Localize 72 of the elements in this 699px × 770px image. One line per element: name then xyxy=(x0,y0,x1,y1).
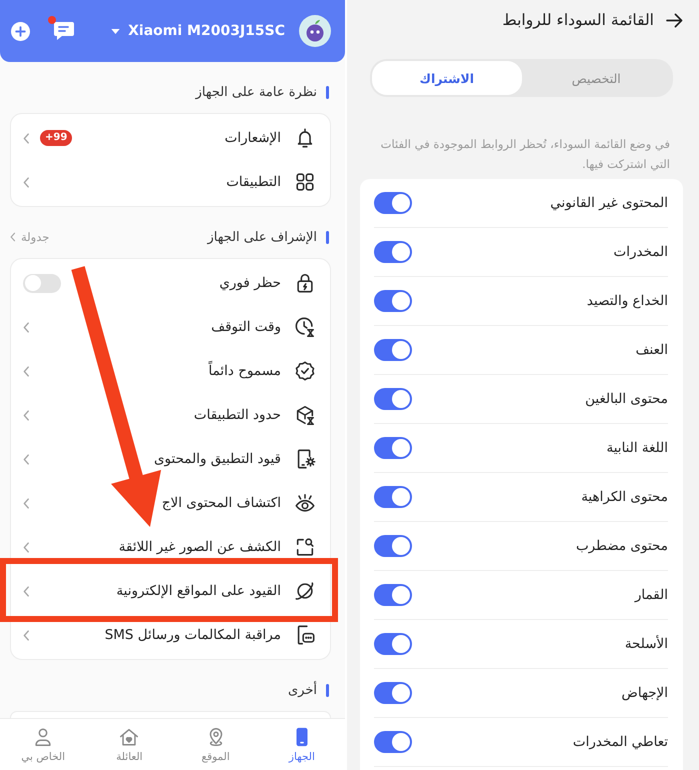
menu-item-label[interactable]: مسموح دائماً xyxy=(208,363,281,379)
toggle-switch[interactable] xyxy=(374,290,412,312)
toggle-switch[interactable] xyxy=(23,274,61,292)
screen-title: القائمة السوداء للروابط xyxy=(502,11,654,29)
planet-icon xyxy=(294,580,316,602)
chevron-icon[interactable] xyxy=(23,586,30,596)
category-label: المحتوى غير القانوني xyxy=(550,195,668,211)
menu-item-label[interactable]: حظر فوري xyxy=(219,275,281,291)
toggle-switch[interactable] xyxy=(374,241,412,263)
menu-item-label[interactable]: مراقبة المكالمات ورسائل SMS xyxy=(104,627,281,643)
clock-hourglass-icon xyxy=(294,316,316,338)
section-marker-icon xyxy=(326,230,329,244)
chevron-icon[interactable] xyxy=(23,454,30,464)
avatar-icon[interactable] xyxy=(299,15,331,47)
menu-item-label[interactable]: القيود على المواقع الإلكترونية xyxy=(116,583,281,599)
house-heart-icon xyxy=(118,726,140,748)
category-label: اللغة النابية xyxy=(606,440,668,456)
menu-item-label[interactable]: الإشعارات xyxy=(224,130,281,146)
back-arrow-icon[interactable] xyxy=(666,12,683,28)
category-label: الأسلحة xyxy=(624,636,668,652)
toggle-switch[interactable] xyxy=(374,486,412,508)
segment-tab[interactable]: الاشتراك xyxy=(372,61,522,95)
toggle-switch[interactable] xyxy=(374,339,412,361)
menu-item-label[interactable]: اكتشاف المحتوى الاج xyxy=(162,495,281,511)
menu-item-label[interactable]: التطبيقات xyxy=(226,174,281,190)
chevron-icon[interactable] xyxy=(23,542,30,552)
toggle-switch[interactable] xyxy=(374,192,412,214)
count-badge: +99 xyxy=(40,130,72,146)
section-title: أخرى xyxy=(288,682,317,698)
category-label: الخداع والتصيد xyxy=(586,293,668,309)
category-label: محتوى مضطرب xyxy=(576,538,668,554)
chat-icon[interactable] xyxy=(53,21,75,41)
category-label: القمار xyxy=(634,587,668,603)
section-title: نظرة عامة على الجهاز xyxy=(196,84,317,100)
eye-icon xyxy=(294,492,316,514)
toggle-switch[interactable] xyxy=(374,388,412,410)
category-label: محتوى الكراهية xyxy=(581,489,668,505)
menu-item-label[interactable]: حدود التطبيقات xyxy=(194,407,281,423)
section-marker-icon xyxy=(326,684,329,696)
section-marker-icon xyxy=(326,86,329,98)
chevron-icon[interactable] xyxy=(23,132,30,144)
grid-icon xyxy=(294,171,316,193)
section-title: الإشراف على الجهاز xyxy=(207,230,317,244)
menu-item-label[interactable]: وقت التوقف xyxy=(211,319,281,335)
device-selector[interactable]: Xiaomi M2003J15SC xyxy=(111,23,285,39)
category-label: محتوى البالغين xyxy=(585,391,668,407)
chevron-icon[interactable] xyxy=(23,366,30,376)
toggle-switch[interactable] xyxy=(374,535,412,557)
caret-icon xyxy=(111,28,120,34)
nav-tab[interactable]: الجهاز xyxy=(258,719,345,770)
menu-item-label[interactable]: قيود التطبيق والمحتوى xyxy=(154,451,281,467)
description-text: في وضع القائمة السوداء، تُحظر الروابط الموجودة في الفئات التي اشتركت فيها. xyxy=(380,136,670,173)
chevron-icon[interactable] xyxy=(23,176,30,188)
badge-check-icon xyxy=(294,360,316,382)
toggle-switch[interactable] xyxy=(374,731,412,753)
category-label: الإجهاض xyxy=(622,685,668,701)
toggle-switch[interactable] xyxy=(374,633,412,655)
toggle-switch[interactable] xyxy=(374,437,412,459)
category-label: المخدرات xyxy=(614,244,668,260)
plus-icon[interactable] xyxy=(11,22,30,40)
chevron-icon[interactable] xyxy=(23,410,30,420)
category-label: العنف xyxy=(636,342,668,358)
cube-hourglass-icon xyxy=(294,404,316,426)
image-search-icon xyxy=(294,536,316,558)
chevron-icon[interactable] xyxy=(23,630,30,640)
toggle-switch[interactable] xyxy=(374,584,412,606)
category-label: تعاطي المخدرات xyxy=(572,734,668,750)
menu-item-label[interactable]: الكشف عن الصور غير اللائقة xyxy=(118,539,281,555)
chevron-icon[interactable] xyxy=(23,322,30,332)
chevron-icon[interactable] xyxy=(23,498,30,508)
chevron-icon xyxy=(10,232,16,242)
toggle-switch[interactable] xyxy=(374,682,412,704)
